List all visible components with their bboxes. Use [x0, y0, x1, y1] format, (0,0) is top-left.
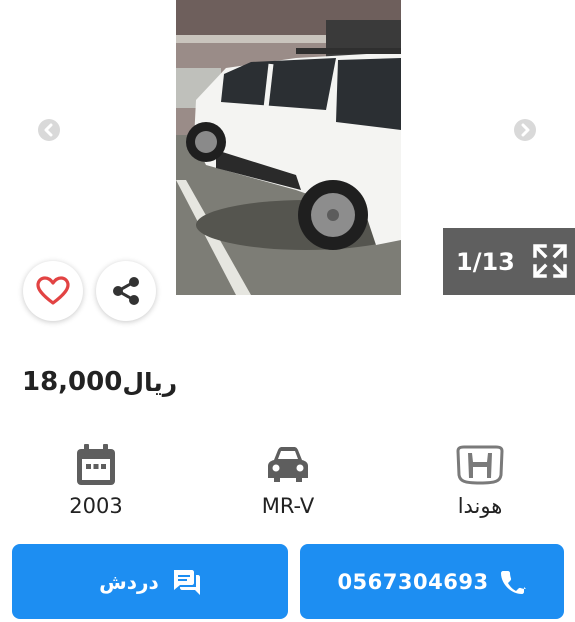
calendar-icon [77, 444, 115, 485]
favorite-button[interactable] [23, 261, 83, 321]
car-photo[interactable] [176, 0, 401, 295]
phone-number: 0567304693 [337, 569, 489, 594]
chevron-left-icon [38, 119, 60, 141]
heart-icon [36, 276, 70, 305]
chat-icon [173, 569, 200, 595]
fullscreen-icon[interactable] [533, 244, 567, 278]
spec-year: 2003 [21, 440, 171, 518]
share-icon [113, 277, 139, 305]
next-photo-button[interactable] [508, 113, 542, 147]
honda-logo-icon [456, 445, 504, 485]
chat-label: دردش [99, 569, 159, 594]
price-currency: ريال [122, 367, 178, 397]
spec-model: MR-V [213, 440, 363, 518]
chat-button[interactable]: دردش [12, 544, 288, 619]
spec-model-value: MR-V [261, 494, 315, 518]
phone-icon [500, 570, 526, 594]
prev-photo-button[interactable] [32, 113, 66, 147]
price: ريال 18,000 [12, 362, 177, 402]
spec-year-value: 2003 [69, 494, 123, 518]
spec-make-value: هوندا [457, 494, 503, 518]
spec-make: هوندا [405, 440, 555, 518]
photo-gallery[interactable]: 1/13 [0, 0, 575, 300]
call-button[interactable]: 0567304693 [300, 544, 564, 619]
price-value: 18,000 [22, 367, 123, 397]
car-icon [268, 447, 308, 482]
photo-counter: 1/13 [456, 247, 515, 276]
share-button[interactable] [96, 261, 156, 321]
photo-counter-panel: 1/13 [443, 228, 575, 295]
chevron-right-icon [514, 119, 536, 141]
